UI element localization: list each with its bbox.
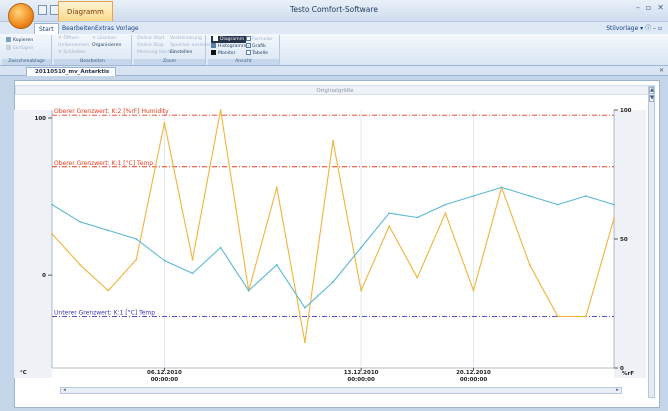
scroll-right-icon[interactable]: ▸ bbox=[614, 388, 621, 393]
series-1-point-20 bbox=[613, 203, 615, 206]
right-tick-label-0: 100 bbox=[620, 108, 632, 114]
series-1-point-17 bbox=[528, 195, 531, 197]
chart[interactable]: Oberer Grenzwert: K:2 [%rF] Humidity Ober… bbox=[0, 0, 668, 411]
series-0-point-0 bbox=[51, 232, 53, 235]
series-0-point-14 bbox=[444, 212, 447, 215]
x-tick-date-0: 06.12.2010 bbox=[147, 370, 182, 376]
right-axis-unit: %rF bbox=[622, 371, 634, 377]
grid-layer bbox=[14, 110, 646, 378]
series-1-point-9 bbox=[304, 306, 306, 309]
left-axis-unit: °C bbox=[20, 370, 27, 376]
series-1-point-11 bbox=[360, 246, 362, 249]
series-1-point-6 bbox=[219, 246, 222, 249]
series-1-point-18 bbox=[556, 203, 559, 206]
series-0-point-5 bbox=[191, 258, 194, 261]
series-0-point-6 bbox=[219, 109, 222, 111]
series-1-point-12 bbox=[388, 212, 391, 215]
series-1-point-14 bbox=[444, 203, 447, 206]
left-axis-gutter bbox=[14, 110, 52, 378]
series-1-point-19 bbox=[585, 195, 587, 197]
right-axis-gutter bbox=[614, 110, 646, 378]
series-0-point-12 bbox=[388, 225, 391, 228]
series-0-point-11 bbox=[360, 289, 362, 292]
series-1-point-7 bbox=[247, 289, 250, 292]
series-1-point-13 bbox=[416, 216, 419, 219]
series-0-point-19 bbox=[585, 315, 587, 318]
series-0-point-15 bbox=[472, 289, 475, 292]
x-tick-time-2: 00:00:00 bbox=[460, 377, 488, 383]
series-1-point-15 bbox=[472, 195, 475, 197]
scroll-left-icon[interactable]: ◂ bbox=[61, 388, 68, 393]
x-tick-time-1: 00:00:00 bbox=[347, 377, 375, 383]
horizontal-scrollbar[interactable]: ◂ ▸ bbox=[60, 387, 622, 394]
vertical-scrollbar[interactable]: ▲ ▼ bbox=[648, 86, 655, 398]
series-0-point-4 bbox=[163, 122, 166, 124]
series-0-point-3 bbox=[135, 258, 138, 261]
series-0-point-17 bbox=[528, 263, 531, 266]
series-1-point-0 bbox=[51, 203, 53, 206]
app-window: Diagramm Testo Comfort-Software – ▫ ✕ St… bbox=[0, 0, 668, 411]
application-orb-button[interactable] bbox=[8, 3, 34, 29]
series-1-point-2 bbox=[107, 229, 110, 232]
left-tick-label-1: 0 bbox=[42, 273, 46, 279]
series-1-point-1 bbox=[79, 220, 81, 223]
scroll-up-icon[interactable]: ▲ bbox=[649, 87, 654, 94]
series-0-point-2 bbox=[107, 289, 110, 292]
x-tick-date-2: 20.12.2010 bbox=[456, 370, 491, 376]
series-1-point-5 bbox=[191, 272, 194, 275]
series-0-point-10 bbox=[332, 140, 334, 142]
series-1-point-3 bbox=[135, 238, 138, 240]
series-1-point-16 bbox=[500, 186, 503, 189]
right-tick-label-1: 50 bbox=[620, 237, 628, 243]
series-0-point-18 bbox=[556, 315, 559, 318]
scroll-down-icon[interactable]: ▼ bbox=[649, 95, 654, 102]
x-tick-date-1: 13.12.2010 bbox=[344, 370, 379, 376]
series-1-point-4 bbox=[163, 259, 166, 262]
left-tick-label-0: 100 bbox=[35, 116, 47, 122]
series-0-point-13 bbox=[416, 276, 419, 279]
limit-label-2: Unterer Grenzwert: K:1 [°C] Temp bbox=[54, 309, 155, 316]
series-0-point-20 bbox=[613, 217, 615, 220]
series-0-point-1 bbox=[79, 263, 81, 266]
series-0-point-9 bbox=[304, 341, 306, 344]
series-1-point-10 bbox=[332, 281, 334, 283]
series-1-point-8 bbox=[275, 263, 278, 266]
limit-label-0: Oberer Grenzwert: K:2 [%rF] Humidity bbox=[54, 108, 169, 115]
limit-label-1: Oberer Grenzwert: K:1 [°C] Temp bbox=[54, 160, 153, 167]
x-tick-time-0: 00:00:00 bbox=[151, 377, 179, 383]
series-0-point-8 bbox=[275, 186, 278, 189]
